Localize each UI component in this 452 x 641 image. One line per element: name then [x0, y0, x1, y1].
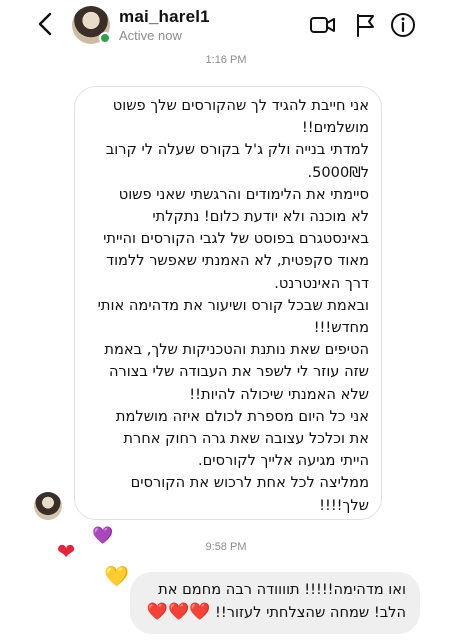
profile-avatar[interactable]: [72, 6, 111, 44]
red-heart-reaction-icon: ❤: [57, 540, 76, 565]
heart-emoji-icon: ❤️❤️❤️: [146, 602, 211, 622]
back-chevron-icon[interactable]: [34, 10, 58, 38]
flag-icon[interactable]: [352, 11, 380, 39]
received-message-text: אני חייבת להגיד לך שהקורסים שלך פשוט מוש…: [97, 97, 369, 514]
yellow-heart-reaction-icon: 💛: [104, 564, 129, 588]
active-status-text: Active now: [119, 28, 182, 43]
sender-avatar[interactable]: [34, 492, 62, 520]
timestamp: 1:16 PM: [205, 54, 247, 66]
username[interactable]: mai_harel1: [119, 7, 210, 27]
sent-message-bubble[interactable]: ואו מדהימה!!!!! תוווודה רבה מחמם את הלב!…: [130, 572, 420, 634]
received-message-bubble[interactable]: אני חייבת להגיד לך שהקורסים שלך פשוט מוש…: [74, 86, 382, 520]
info-icon[interactable]: [389, 11, 417, 39]
chat-header: mai_harel1 Active now: [0, 0, 452, 50]
purple-heart-reaction-icon: 💜: [92, 526, 114, 546]
sent-message-text: ואו מדהימה!!!!! תוווודה רבה מחמם את הלב!…: [144, 578, 406, 624]
video-call-icon[interactable]: [309, 11, 337, 39]
active-status-dot: [99, 32, 111, 44]
